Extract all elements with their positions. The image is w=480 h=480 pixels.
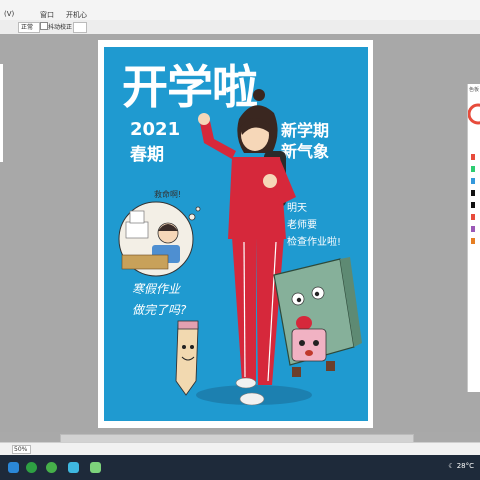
- menu-item-window[interactable]: 窗口: [40, 10, 54, 20]
- teacher-message: 明天 老师要 检查作业啦!: [287, 200, 341, 251]
- wechat-icon[interactable]: [26, 462, 37, 473]
- color-wheel-icon[interactable]: [468, 94, 480, 394]
- menu-bar: (V) 窗口 开机心: [0, 0, 480, 21]
- question-line: 做完了吗?: [132, 303, 187, 317]
- homework-question: 寒假作业 做完了吗?: [132, 279, 186, 321]
- antialias-label: 抖动校正: [48, 24, 73, 31]
- teacher-line: 明天: [287, 203, 307, 214]
- start-icon[interactable]: [8, 462, 19, 473]
- chat-app-icon[interactable]: [46, 462, 57, 473]
- status-bar: 50%: [0, 442, 480, 455]
- question-line: 寒假作业: [132, 282, 181, 296]
- moon-icon: ☾: [448, 462, 455, 470]
- weather-tray[interactable]: ☾ 28°C: [448, 462, 474, 470]
- teacher-line: 老师要: [287, 220, 317, 231]
- zoom-level[interactable]: 50%: [12, 445, 31, 454]
- teacher-line: 检查作业啦!: [287, 237, 342, 248]
- toolbar: 正常 抖动校正: [0, 20, 480, 35]
- color-panel[interactable]: 色板: [467, 84, 480, 392]
- browser-icon[interactable]: [68, 462, 79, 473]
- bubble-text: 救命啊!: [154, 190, 182, 199]
- poster-artwork: 开学啦 2021 春期 新学期 新气象 救命啊! 明天 老师要 检查作业啦! 寒…: [104, 47, 368, 421]
- blend-mode-select[interactable]: 正常: [18, 22, 40, 33]
- menu-item-view[interactable]: (V): [4, 10, 14, 18]
- color-panel-title: 色板: [469, 87, 480, 93]
- poster-canvas[interactable]: 开学啦 2021 春期 新学期 新气象 救命啊! 明天 老师要 检查作业啦! 寒…: [98, 40, 373, 428]
- antialias-level-select[interactable]: [73, 22, 87, 33]
- menu-item-other[interactable]: 开机心: [66, 10, 87, 20]
- taskbar: ☾ 28°C: [0, 455, 480, 480]
- antialias-checkbox[interactable]: [40, 22, 48, 30]
- weather-temp: 28°C: [456, 462, 474, 470]
- paint-app-icon[interactable]: [90, 462, 101, 473]
- left-panel-edge: [0, 64, 3, 162]
